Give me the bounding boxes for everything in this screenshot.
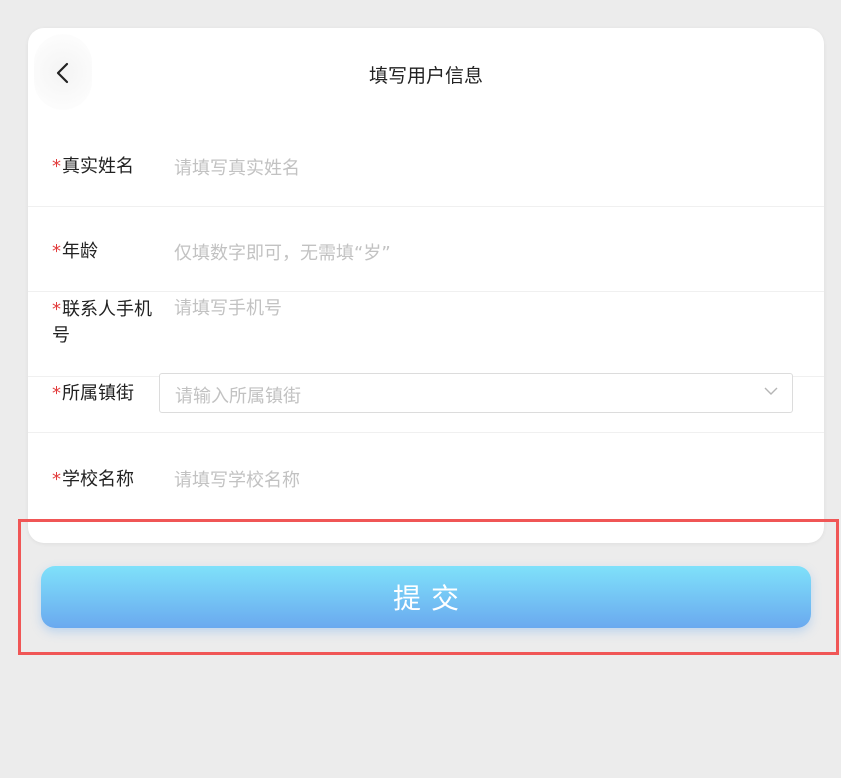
field-label-text: 联系人手机号 [52, 299, 152, 346]
field-label-age: *年龄 [52, 239, 156, 265]
field-label-text: 学校名称 [62, 469, 134, 490]
form-row-town-street: *所属镇街 请输入所属镇街 [28, 348, 824, 433]
chevron-down-icon [764, 387, 778, 395]
field-label-text: 真实姓名 [62, 156, 134, 177]
user-info-form-card: 填写用户信息 *真实姓名 *年龄 *联系人手机号 *所属镇街 [28, 28, 824, 543]
form-row-real-name: *真实姓名 [28, 123, 824, 207]
header: 填写用户信息 [28, 28, 824, 118]
field-label-town-street: *所属镇街 [52, 381, 156, 407]
submit-button[interactable]: 提交 [41, 566, 811, 628]
town-street-select[interactable]: 请输入所属镇街 [159, 373, 793, 413]
required-mark: * [52, 241, 61, 262]
field-label-school-name: *学校名称 [52, 467, 156, 493]
field-label-real-name: *真实姓名 [52, 154, 156, 180]
field-label-contact-phone: *联系人手机号 [52, 297, 156, 349]
real-name-input[interactable] [174, 153, 794, 183]
required-mark: * [52, 299, 61, 320]
form-row-school-name: *学校名称 [28, 433, 824, 517]
page: 填写用户信息 *真实姓名 *年龄 *联系人手机号 *所属镇街 [0, 0, 841, 778]
required-mark: * [52, 383, 61, 404]
field-label-text: 年龄 [62, 241, 98, 262]
page-title: 填写用户信息 [368, 65, 483, 87]
contact-phone-input[interactable] [174, 293, 794, 323]
form-row-age: *年龄 [28, 208, 824, 292]
school-name-input[interactable] [174, 465, 794, 495]
required-mark: * [52, 156, 61, 177]
required-mark: * [52, 469, 61, 490]
select-placeholder: 请输入所属镇街 [175, 386, 301, 407]
field-label-text: 所属镇街 [62, 383, 134, 404]
age-input[interactable] [174, 238, 794, 268]
